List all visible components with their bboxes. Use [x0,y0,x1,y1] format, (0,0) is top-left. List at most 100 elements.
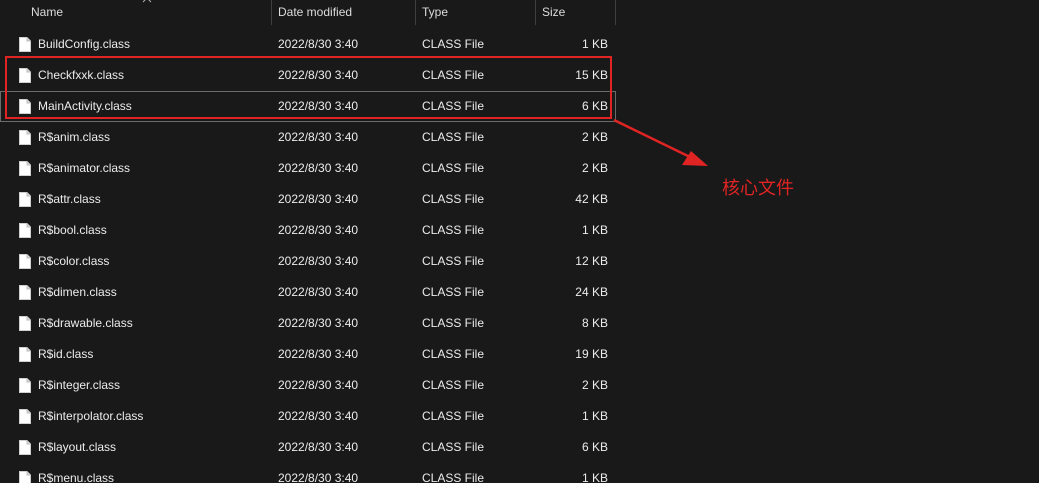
column-divider[interactable] [271,0,272,25]
file-date-modified: 2022/8/30 3:40 [278,378,359,392]
file-type: CLASS File [422,316,485,330]
file-name: R$animator.class [38,161,131,175]
file-icon [19,122,33,153]
file-type: CLASS File [422,130,485,144]
file-size: 2 KB [581,130,608,144]
file-size: 1 KB [581,471,608,483]
column-divider[interactable] [615,0,616,25]
file-row[interactable]: R$dimen.class 2022/8/30 3:40 CLASS File … [0,277,616,308]
column-header-name[interactable]: Name [31,0,271,25]
file-name: MainActivity.class [38,99,132,113]
file-name: R$menu.class [38,471,115,483]
file-type: CLASS File [422,192,485,206]
file-icon [19,184,33,215]
file-name: R$interpolator.class [38,409,144,423]
file-date-modified: 2022/8/30 3:40 [278,161,359,175]
file-type: CLASS File [422,409,485,423]
file-size: 8 KB [581,316,608,330]
file-type: CLASS File [422,347,485,361]
file-type: CLASS File [422,161,485,175]
file-name: R$color.class [38,254,110,268]
file-date-modified: 2022/8/30 3:40 [278,37,359,51]
file-icon [19,277,33,308]
file-size: 19 KB [575,347,608,361]
file-row[interactable]: R$animator.class 2022/8/30 3:40 CLASS Fi… [0,153,616,184]
file-row[interactable]: R$attr.class 2022/8/30 3:40 CLASS File 4… [0,184,616,215]
file-size: 1 KB [581,409,608,423]
file-size: 12 KB [575,254,608,268]
file-type: CLASS File [422,68,485,82]
file-size: 15 KB [575,68,608,82]
column-header-date-modified[interactable]: Date modified [278,0,415,25]
file-icon [19,308,33,339]
file-row[interactable]: R$layout.class 2022/8/30 3:40 CLASS File… [0,432,616,463]
file-row[interactable]: R$interpolator.class 2022/8/30 3:40 CLAS… [0,401,616,432]
file-type: CLASS File [422,471,485,483]
file-type: CLASS File [422,254,485,268]
file-date-modified: 2022/8/30 3:40 [278,192,359,206]
file-size: 2 KB [581,378,608,392]
file-date-modified: 2022/8/30 3:40 [278,254,359,268]
file-row[interactable]: R$bool.class 2022/8/30 3:40 CLASS File 1… [0,215,616,246]
column-header-bar: Name Date modified Type Size [0,0,616,25]
file-explorer-window: Name Date modified Type Size BuildConfig… [0,0,1039,483]
file-date-modified: 2022/8/30 3:40 [278,99,359,113]
file-type: CLASS File [422,223,485,237]
file-date-modified: 2022/8/30 3:40 [278,316,359,330]
file-size: 1 KB [581,37,608,51]
file-name: R$attr.class [38,192,101,206]
annotation-arrow [613,118,708,166]
file-name: R$layout.class [38,440,117,454]
file-row[interactable]: Checkfxxk.class 2022/8/30 3:40 CLASS Fil… [0,60,616,91]
file-date-modified: 2022/8/30 3:40 [278,130,359,144]
file-icon [19,60,33,91]
file-row[interactable]: R$drawable.class 2022/8/30 3:40 CLASS Fi… [0,308,616,339]
file-size: 24 KB [575,285,608,299]
file-row[interactable]: R$color.class 2022/8/30 3:40 CLASS File … [0,246,616,277]
file-name: BuildConfig.class [38,37,131,51]
file-icon [19,463,33,483]
file-name: Checkfxxk.class [38,68,125,82]
file-size: 42 KB [575,192,608,206]
file-icon [19,91,33,122]
file-date-modified: 2022/8/30 3:40 [278,68,359,82]
file-icon [19,401,33,432]
file-size: 6 KB [581,440,608,454]
file-type: CLASS File [422,378,485,392]
file-size: 1 KB [581,223,608,237]
file-row[interactable]: R$id.class 2022/8/30 3:40 CLASS File 19 … [0,339,616,370]
column-header-type[interactable]: Type [422,0,535,25]
file-name: R$bool.class [38,223,107,237]
file-row[interactable]: BuildConfig.class 2022/8/30 3:40 CLASS F… [0,29,616,60]
column-divider[interactable] [415,0,416,25]
file-name: R$id.class [38,347,94,361]
file-row[interactable]: R$menu.class 2022/8/30 3:40 CLASS File 1… [0,463,616,483]
file-size: 2 KB [581,161,608,175]
file-date-modified: 2022/8/30 3:40 [278,440,359,454]
file-name: R$dimen.class [38,285,117,299]
file-list: BuildConfig.class 2022/8/30 3:40 CLASS F… [0,29,616,483]
file-row[interactable]: MainActivity.class 2022/8/30 3:40 CLASS … [0,91,616,122]
file-icon [19,215,33,246]
column-divider[interactable] [535,0,536,25]
file-date-modified: 2022/8/30 3:40 [278,223,359,237]
file-icon [19,29,33,60]
file-type: CLASS File [422,285,485,299]
column-header-size[interactable]: Size [542,0,615,25]
file-row[interactable]: R$integer.class 2022/8/30 3:40 CLASS Fil… [0,370,616,401]
file-date-modified: 2022/8/30 3:40 [278,471,359,483]
file-name: R$drawable.class [38,316,133,330]
file-date-modified: 2022/8/30 3:40 [278,409,359,423]
file-icon [19,153,33,184]
file-name: R$integer.class [38,378,121,392]
file-date-modified: 2022/8/30 3:40 [278,347,359,361]
file-icon [19,339,33,370]
file-row[interactable]: R$anim.class 2022/8/30 3:40 CLASS File 2… [0,122,616,153]
file-type: CLASS File [422,37,485,51]
annotation-label: 核心文件 [722,178,794,199]
file-name: R$anim.class [38,130,111,144]
file-type: CLASS File [422,99,485,113]
file-size: 6 KB [581,99,608,113]
file-date-modified: 2022/8/30 3:40 [278,285,359,299]
file-icon [19,246,33,277]
